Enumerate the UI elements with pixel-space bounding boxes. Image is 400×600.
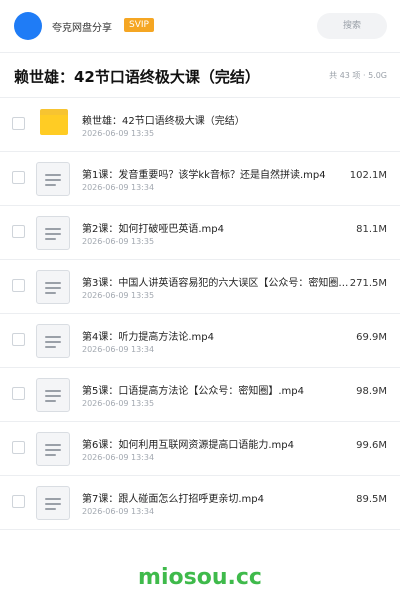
file-size: 69.9M bbox=[356, 332, 387, 343]
video-file-icon bbox=[36, 432, 70, 466]
file-name[interactable]: 第3课：中国人讲英语容易犯的六大误区【公众号：密知圈】.mp4 bbox=[82, 274, 350, 289]
select-checkbox[interactable] bbox=[12, 225, 25, 238]
file-name[interactable]: 第2课：如何打破哑巴英语.mp4 bbox=[82, 220, 350, 235]
folder-icon bbox=[36, 108, 70, 142]
file-date: 2026-06-09 13:34 bbox=[82, 345, 155, 354]
file-size: 81.1M bbox=[356, 224, 387, 235]
select-checkbox[interactable] bbox=[12, 387, 25, 400]
list-item[interactable]: 赖世雄：42节口语终极大课（完结） 2026-06-09 13:35 bbox=[0, 98, 400, 152]
select-checkbox[interactable] bbox=[12, 279, 25, 292]
app-header: 夸克网盘分享 SVIP 搜索 bbox=[0, 0, 400, 52]
list-item[interactable]: 第2课：如何打破哑巴英语.mp4 2026-06-09 13:35 81.1M bbox=[0, 206, 400, 260]
file-date: 2026-06-09 13:35 bbox=[82, 399, 155, 408]
file-size: 102.1M bbox=[349, 170, 387, 181]
file-date: 2026-06-09 13:34 bbox=[82, 507, 155, 516]
select-checkbox[interactable] bbox=[12, 171, 25, 184]
file-name[interactable]: 第5课：口语提高方法论【公众号：密知圈】.mp4 bbox=[82, 382, 350, 397]
file-list: 赖世雄：42节口语终极大课（完结） 2026-06-09 13:35 第1课：发音重… bbox=[0, 98, 400, 530]
page-title: 赖世雄：42节口语终极大课（完结） bbox=[14, 68, 260, 86]
file-name[interactable]: 第7课：跟人碰面怎么打招呼更亲切.mp4 bbox=[82, 490, 350, 505]
watermark: miosou.cc bbox=[138, 565, 262, 590]
list-item[interactable]: 第1课：发音重要吗？该学kk音标？还是自然拼读.mp4 2026-06-09 13… bbox=[0, 152, 400, 206]
file-name[interactable]: 第4课：听力提高方法论.mp4 bbox=[82, 328, 350, 343]
file-date: 2026-06-09 13:35 bbox=[82, 129, 155, 138]
video-file-icon bbox=[36, 270, 70, 304]
list-item[interactable]: 第4课：听力提高方法论.mp4 2026-06-09 13:34 69.9M bbox=[0, 314, 400, 368]
file-name[interactable]: 赖世雄：42节口语终极大课（完结） bbox=[82, 112, 350, 127]
file-size: 99.6M bbox=[356, 440, 387, 451]
svip-badge[interactable]: SVIP bbox=[124, 18, 154, 32]
video-file-icon bbox=[36, 162, 70, 196]
item-count-summary: 共 43 项 · 5.0G bbox=[329, 71, 387, 80]
list-item[interactable]: 第6课：如何利用互联网资源提高口语能力.mp4 2026-06-09 13:34 9… bbox=[0, 422, 400, 476]
list-item[interactable]: 第7课：跟人碰面怎么打招呼更亲切.mp4 2026-06-09 13:34 89.5… bbox=[0, 476, 400, 530]
file-size: 271.5M bbox=[349, 278, 387, 289]
file-name[interactable]: 第6课：如何利用互联网资源提高口语能力.mp4 bbox=[82, 436, 350, 451]
file-size: 98.9M bbox=[356, 386, 387, 397]
select-checkbox[interactable] bbox=[12, 117, 25, 130]
video-file-icon bbox=[36, 216, 70, 250]
file-name[interactable]: 第1课：发音重要吗？该学kk音标？还是自然拼读.mp4 bbox=[82, 166, 350, 181]
list-item[interactable]: 第5课：口语提高方法论【公众号：密知圈】.mp4 2026-06-09 13:35… bbox=[0, 368, 400, 422]
select-checkbox[interactable] bbox=[12, 495, 25, 508]
select-checkbox[interactable] bbox=[12, 441, 25, 454]
file-date: 2026-06-09 13:34 bbox=[82, 453, 155, 462]
file-date: 2026-06-09 13:35 bbox=[82, 237, 155, 246]
file-date: 2026-06-09 13:35 bbox=[82, 291, 155, 300]
video-file-icon bbox=[36, 324, 70, 358]
file-size: 89.5M bbox=[356, 494, 387, 505]
app-name: 夸克网盘分享 bbox=[52, 23, 112, 34]
search-input[interactable]: 搜索 bbox=[317, 13, 387, 39]
file-date: 2026-06-09 13:34 bbox=[82, 183, 155, 192]
select-checkbox[interactable] bbox=[12, 333, 25, 346]
video-file-icon bbox=[36, 378, 70, 412]
folder-title-bar: 赖世雄：42节口语终极大课（完结） 共 43 项 · 5.0G bbox=[0, 52, 400, 98]
app-logo bbox=[14, 12, 42, 40]
video-file-icon bbox=[36, 486, 70, 520]
list-item[interactable]: 第3课：中国人讲英语容易犯的六大误区【公众号：密知圈】.mp4 2026-06-0… bbox=[0, 260, 400, 314]
